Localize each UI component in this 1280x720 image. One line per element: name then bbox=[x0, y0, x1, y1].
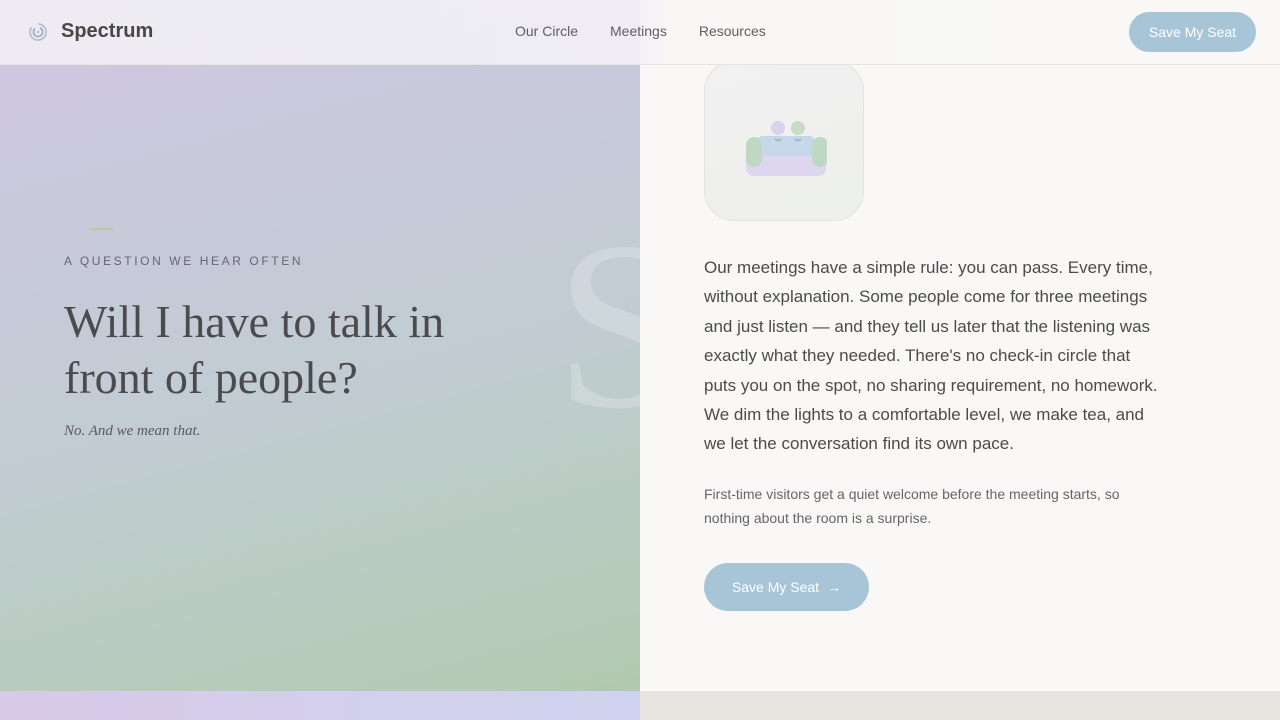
meeting-description: Our meetings have a simple rule: you can… bbox=[704, 258, 1158, 454]
hero-headline: Will I have to talk in front of people? bbox=[64, 296, 445, 403]
next-section-left bbox=[0, 691, 640, 720]
decorative-letter: S bbox=[555, 192, 640, 458]
save-seat-button[interactable]: Save My Seat → bbox=[704, 563, 869, 611]
brand-logo[interactable]: Spectrum bbox=[27, 20, 153, 43]
main-nav: Our Circle Meetings Resources bbox=[515, 23, 766, 39]
header-save-seat-button[interactable]: Save My Seat bbox=[1129, 12, 1256, 52]
spiral-logo-icon bbox=[29, 22, 47, 41]
site-header: Spectrum Our Circle Meetings Resources S… bbox=[0, 0, 1280, 65]
first-visit-note: First-time visitors get a quiet welcome … bbox=[704, 486, 1120, 526]
save-seat-label: Save My Seat bbox=[731, 579, 820, 595]
brand-name: Spectrum bbox=[61, 20, 154, 42]
nav-our-circle[interactable]: Our Circle bbox=[515, 23, 578, 39]
hero-panel: S A QUESTION WE HEAR OFTEN Will I have t… bbox=[0, 0, 640, 691]
nav-meetings[interactable]: Meetings bbox=[610, 23, 667, 39]
nav-resources[interactable]: Resources bbox=[699, 23, 766, 39]
next-section-right bbox=[640, 691, 1280, 720]
arrow-right-icon: → bbox=[827, 579, 842, 595]
sofa-with-people-icon bbox=[746, 121, 827, 176]
hero-eyebrow: A QUESTION WE HEAR OFTEN bbox=[64, 254, 304, 268]
accent-line bbox=[90, 228, 114, 230]
hero-answer: No. And we mean that. bbox=[64, 423, 201, 439]
illustration-card bbox=[704, 61, 864, 221]
